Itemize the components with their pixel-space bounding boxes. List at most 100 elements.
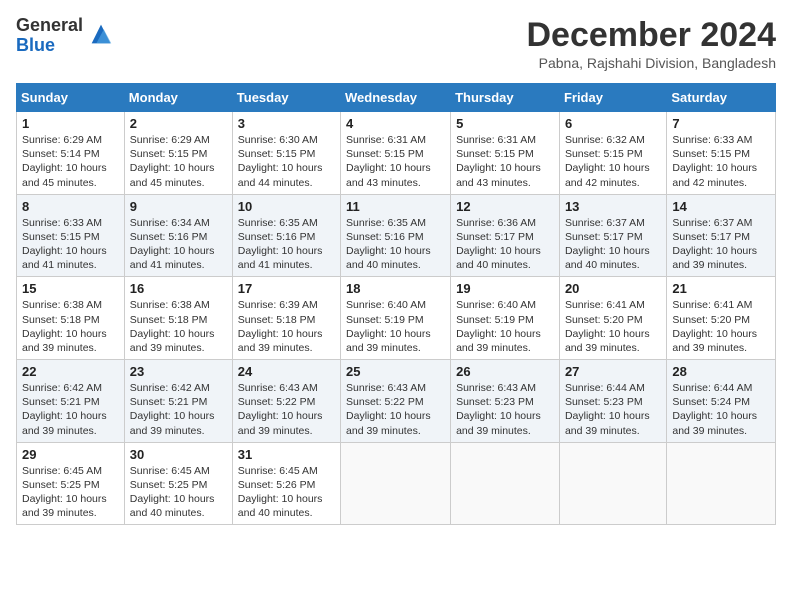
day-number: 24 (238, 364, 335, 379)
calendar-cell (559, 442, 666, 525)
day-info: Sunrise: 6:35 AM Sunset: 5:16 PM Dayligh… (238, 216, 335, 273)
day-number: 18 (346, 281, 445, 296)
calendar-week-row: 8 Sunrise: 6:33 AM Sunset: 5:15 PM Daylig… (17, 194, 776, 277)
calendar-table: SundayMondayTuesdayWednesdayThursdayFrid… (16, 83, 776, 525)
day-info: Sunrise: 6:44 AM Sunset: 5:24 PM Dayligh… (672, 381, 770, 438)
day-info: Sunrise: 6:37 AM Sunset: 5:17 PM Dayligh… (565, 216, 661, 273)
weekday-header-row: SundayMondayTuesdayWednesdayThursdayFrid… (17, 84, 776, 112)
day-info: Sunrise: 6:38 AM Sunset: 5:18 PM Dayligh… (130, 298, 227, 355)
day-info: Sunrise: 6:41 AM Sunset: 5:20 PM Dayligh… (672, 298, 770, 355)
calendar-cell: 24Sunrise: 6:43 AM Sunset: 5:22 PM Dayli… (232, 360, 340, 443)
day-info: Sunrise: 6:33 AM Sunset: 5:15 PM Dayligh… (672, 133, 770, 190)
calendar-cell: 11 Sunrise: 6:35 AM Sunset: 5:16 PM Dayli… (341, 194, 451, 277)
calendar-cell: 17Sunrise: 6:39 AM Sunset: 5:18 PM Dayli… (232, 277, 340, 360)
day-number: 2 (130, 116, 227, 131)
day-info: Sunrise: 6:30 AM Sunset: 5:15 PM Dayligh… (238, 133, 335, 190)
calendar-cell: 14Sunrise: 6:37 AM Sunset: 5:17 PM Dayli… (667, 194, 776, 277)
page-header: General Blue December 2024 Pabna, Rajsha… (16, 16, 776, 71)
day-info: Sunrise: 6:39 AM Sunset: 5:18 PM Dayligh… (238, 298, 335, 355)
day-number: 4 (346, 116, 445, 131)
weekday-header: Friday (559, 84, 666, 112)
month-title: December 2024 (526, 16, 776, 55)
calendar-cell: 25Sunrise: 6:43 AM Sunset: 5:22 PM Dayli… (341, 360, 451, 443)
day-info: Sunrise: 6:37 AM Sunset: 5:17 PM Dayligh… (672, 216, 770, 273)
day-info: Sunrise: 6:45 AM Sunset: 5:26 PM Dayligh… (238, 464, 335, 521)
calendar-cell: 4 Sunrise: 6:31 AM Sunset: 5:15 PM Daylig… (341, 112, 451, 195)
day-number: 21 (672, 281, 770, 296)
day-number: 19 (456, 281, 554, 296)
day-info: Sunrise: 6:41 AM Sunset: 5:20 PM Dayligh… (565, 298, 661, 355)
calendar-cell: 9 Sunrise: 6:34 AM Sunset: 5:16 PM Daylig… (124, 194, 232, 277)
day-number: 9 (130, 199, 227, 214)
calendar-cell: 18 Sunrise: 6:40 AM Sunset: 5:19 PM Dayli… (341, 277, 451, 360)
day-info: Sunrise: 6:29 AM Sunset: 5:14 PM Dayligh… (22, 133, 119, 190)
calendar-week-row: 29 Sunrise: 6:45 AM Sunset: 5:25 PM Dayli… (17, 442, 776, 525)
calendar-cell: 1 Sunrise: 6:29 AM Sunset: 5:14 PM Daylig… (17, 112, 125, 195)
calendar-cell (667, 442, 776, 525)
calendar-cell: 27Sunrise: 6:44 AM Sunset: 5:23 PM Dayli… (559, 360, 666, 443)
day-info: Sunrise: 6:31 AM Sunset: 5:15 PM Dayligh… (456, 133, 554, 190)
day-number: 15 (22, 281, 119, 296)
calendar-cell: 19 Sunrise: 6:40 AM Sunset: 5:19 PM Dayli… (451, 277, 560, 360)
day-info: Sunrise: 6:35 AM Sunset: 5:16 PM Dayligh… (346, 216, 445, 273)
weekday-header: Sunday (17, 84, 125, 112)
day-number: 12 (456, 199, 554, 214)
calendar-cell: 15 Sunrise: 6:38 AM Sunset: 5:18 PM Dayli… (17, 277, 125, 360)
logo: General Blue (16, 16, 115, 56)
day-info: Sunrise: 6:43 AM Sunset: 5:23 PM Dayligh… (456, 381, 554, 438)
day-number: 11 (346, 199, 445, 214)
calendar-cell: 22 Sunrise: 6:42 AM Sunset: 5:21 PM Dayli… (17, 360, 125, 443)
day-number: 6 (565, 116, 661, 131)
weekday-header: Tuesday (232, 84, 340, 112)
day-number: 7 (672, 116, 770, 131)
day-number: 16 (130, 281, 227, 296)
day-number: 5 (456, 116, 554, 131)
weekday-header: Thursday (451, 84, 560, 112)
calendar-cell: 16 Sunrise: 6:38 AM Sunset: 5:18 PM Dayli… (124, 277, 232, 360)
logo-general: General (16, 16, 83, 36)
day-number: 31 (238, 447, 335, 462)
location: Pabna, Rajshahi Division, Bangladesh (526, 55, 776, 71)
day-number: 10 (238, 199, 335, 214)
calendar-cell: 10 Sunrise: 6:35 AM Sunset: 5:16 PM Dayli… (232, 194, 340, 277)
day-number: 26 (456, 364, 554, 379)
day-info: Sunrise: 6:38 AM Sunset: 5:18 PM Dayligh… (22, 298, 119, 355)
calendar-cell: 3Sunrise: 6:30 AM Sunset: 5:15 PM Daylig… (232, 112, 340, 195)
calendar-cell: 31 Sunrise: 6:45 AM Sunset: 5:26 PM Dayli… (232, 442, 340, 525)
day-info: Sunrise: 6:40 AM Sunset: 5:19 PM Dayligh… (456, 298, 554, 355)
day-info: Sunrise: 6:33 AM Sunset: 5:15 PM Dayligh… (22, 216, 119, 273)
calendar-cell: 21 Sunrise: 6:41 AM Sunset: 5:20 PM Dayli… (667, 277, 776, 360)
calendar-cell: 30 Sunrise: 6:45 AM Sunset: 5:25 PM Dayli… (124, 442, 232, 525)
day-number: 29 (22, 447, 119, 462)
day-number: 1 (22, 116, 119, 131)
calendar-week-row: 1 Sunrise: 6:29 AM Sunset: 5:14 PM Daylig… (17, 112, 776, 195)
day-number: 30 (130, 447, 227, 462)
calendar-cell (451, 442, 560, 525)
day-number: 13 (565, 199, 661, 214)
calendar-cell: 2 Sunrise: 6:29 AM Sunset: 5:15 PM Daylig… (124, 112, 232, 195)
day-info: Sunrise: 6:40 AM Sunset: 5:19 PM Dayligh… (346, 298, 445, 355)
calendar-cell: 7 Sunrise: 6:33 AM Sunset: 5:15 PM Daylig… (667, 112, 776, 195)
day-info: Sunrise: 6:31 AM Sunset: 5:15 PM Dayligh… (346, 133, 445, 190)
day-info: Sunrise: 6:45 AM Sunset: 5:25 PM Dayligh… (130, 464, 227, 521)
calendar-cell: 13 Sunrise: 6:37 AM Sunset: 5:17 PM Dayli… (559, 194, 666, 277)
calendar-cell: 29 Sunrise: 6:45 AM Sunset: 5:25 PM Dayli… (17, 442, 125, 525)
day-info: Sunrise: 6:42 AM Sunset: 5:21 PM Dayligh… (22, 381, 119, 438)
weekday-header: Wednesday (341, 84, 451, 112)
day-info: Sunrise: 6:45 AM Sunset: 5:25 PM Dayligh… (22, 464, 119, 521)
calendar-cell: 20Sunrise: 6:41 AM Sunset: 5:20 PM Dayli… (559, 277, 666, 360)
day-info: Sunrise: 6:32 AM Sunset: 5:15 PM Dayligh… (565, 133, 661, 190)
day-number: 22 (22, 364, 119, 379)
calendar-week-row: 22 Sunrise: 6:42 AM Sunset: 5:21 PM Dayli… (17, 360, 776, 443)
calendar-cell: 6 Sunrise: 6:32 AM Sunset: 5:15 PM Daylig… (559, 112, 666, 195)
title-block: December 2024 Pabna, Rajshahi Division, … (526, 16, 776, 71)
day-info: Sunrise: 6:44 AM Sunset: 5:23 PM Dayligh… (565, 381, 661, 438)
day-info: Sunrise: 6:34 AM Sunset: 5:16 PM Dayligh… (130, 216, 227, 273)
calendar-cell: 23Sunrise: 6:42 AM Sunset: 5:21 PM Dayli… (124, 360, 232, 443)
calendar-cell: 28 Sunrise: 6:44 AM Sunset: 5:24 PM Dayli… (667, 360, 776, 443)
weekday-header: Monday (124, 84, 232, 112)
calendar-cell: 26 Sunrise: 6:43 AM Sunset: 5:23 PM Dayli… (451, 360, 560, 443)
day-number: 28 (672, 364, 770, 379)
day-info: Sunrise: 6:29 AM Sunset: 5:15 PM Dayligh… (130, 133, 227, 190)
day-number: 8 (22, 199, 119, 214)
